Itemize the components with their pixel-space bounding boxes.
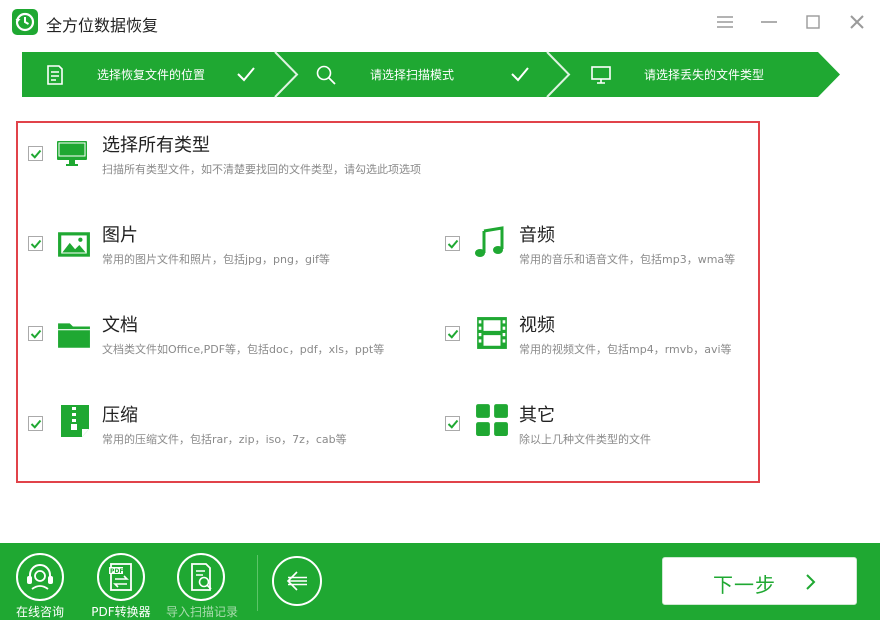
- next-step-label: 下一步: [713, 573, 776, 597]
- step-select-location: 选择恢复文件的位置: [0, 52, 290, 97]
- title-bar: 全方位数据恢复: [0, 0, 880, 44]
- option-all-types[interactable]: 选择所有类型 扫描所有类型文件，如不清楚要找回的文件类型，请勾选此项选项: [28, 135, 488, 198]
- step-select-file-type: 请选择丢失的文件类型: [560, 52, 840, 97]
- checkbox-audio[interactable]: [445, 236, 460, 251]
- image-icon: [58, 232, 90, 257]
- step-label: 请选择扫描模式: [370, 68, 455, 82]
- option-image[interactable]: 图片 常用的图片文件和照片，包括jpg，png，gif等: [28, 225, 428, 288]
- back-arrow-icon: [286, 571, 307, 591]
- checkbox-image[interactable]: [28, 236, 43, 251]
- option-title: 音频: [519, 225, 555, 246]
- option-title: 其它: [519, 405, 555, 426]
- option-description: 常用的视频文件，包括mp4，rmvb，avi等: [519, 343, 732, 356]
- checkmark-icon: [447, 239, 459, 249]
- film-icon: [477, 317, 507, 349]
- checkmark-icon: [237, 67, 255, 82]
- option-audio[interactable]: 音频 常用的音乐和语音文件，包括mp3，wma等: [445, 225, 755, 288]
- option-description: 除以上几种文件类型的文件: [519, 433, 651, 446]
- app-logo-icon: [12, 9, 38, 35]
- option-video[interactable]: 视频 常用的视频文件，包括mp4，rmvb，avi等: [445, 315, 755, 378]
- checkbox-compressed[interactable]: [28, 416, 43, 431]
- back-button[interactable]: [272, 556, 322, 606]
- online-consult-button[interactable]: 在线咨询: [5, 551, 75, 620]
- option-other[interactable]: 其它 除以上几种文件类型的文件: [445, 404, 755, 468]
- monitor-icon: [57, 141, 87, 166]
- grid-icon: [476, 404, 508, 436]
- menu-button[interactable]: [712, 10, 738, 34]
- app-title: 全方位数据恢复: [46, 16, 159, 35]
- pdf-convert-icon: PDF: [109, 563, 132, 591]
- headset-icon: [27, 564, 53, 590]
- option-description: 常用的音乐和语音文件，包括mp3，wma等: [519, 253, 736, 266]
- svg-text:PDF: PDF: [110, 568, 123, 575]
- footer-toolbar: 在线咨询 PDF PDF转换器 导入扫描记录 下一步: [0, 543, 880, 620]
- checkmark-icon: [30, 419, 42, 429]
- option-title: 视频: [519, 315, 555, 336]
- tool-label: 导入扫描记录: [166, 605, 239, 619]
- option-description: 常用的图片文件和照片，包括jpg，png，gif等: [102, 253, 330, 266]
- option-title: 文档: [102, 315, 138, 336]
- close-button[interactable]: [844, 10, 870, 34]
- option-document[interactable]: 文档 文档类文件如Office,PDF等，包括doc，pdf，xls，ppt等: [28, 315, 428, 378]
- pdf-converter-button[interactable]: PDF PDF转换器: [86, 551, 156, 620]
- checkmark-icon: [447, 329, 459, 339]
- checkbox-all-types[interactable]: [28, 146, 43, 161]
- close-icon: [850, 15, 864, 29]
- step-select-scan-mode: 请选择扫描模式: [290, 52, 560, 97]
- tool-label: PDF转换器: [91, 605, 151, 619]
- next-step-button[interactable]: 下一步: [662, 557, 857, 605]
- option-title: 选择所有类型: [102, 135, 210, 156]
- checkmark-icon: [511, 67, 529, 82]
- tool-label: 在线咨询: [15, 605, 64, 619]
- option-description: 扫描所有类型文件，如不清楚要找回的文件类型，请勾选此项选项: [102, 163, 421, 176]
- search-icon: [316, 65, 336, 85]
- minimize-icon: [761, 21, 777, 23]
- tool-circle: PDF: [97, 553, 145, 601]
- tool-circle: [16, 553, 64, 601]
- maximize-button[interactable]: [800, 10, 826, 34]
- checkmark-icon: [447, 419, 459, 429]
- option-compressed[interactable]: 压缩 常用的压缩文件，包括rar，zip，iso，7z，cab等: [28, 405, 428, 468]
- checkmark-icon: [30, 239, 42, 249]
- step-label: 请选择丢失的文件类型: [644, 68, 765, 82]
- maximize-icon: [806, 15, 820, 29]
- import-scan-record-button[interactable]: 导入扫描记录: [166, 551, 239, 620]
- import-record-icon: [191, 563, 212, 591]
- checkmark-icon: [30, 329, 42, 339]
- option-title: 压缩: [102, 405, 138, 426]
- monitor-icon: [591, 66, 611, 84]
- tool-circle: [177, 553, 225, 601]
- minimize-button[interactable]: [756, 10, 782, 34]
- checkbox-video[interactable]: [445, 326, 460, 341]
- step-progress-bar: 选择恢复文件的位置 请选择扫描模式 请选择丢失的文件类型: [0, 44, 880, 104]
- folder-icon: [58, 323, 90, 348]
- zip-file-icon: [61, 405, 89, 437]
- music-note-icon: [475, 226, 504, 257]
- toolbar-divider: [257, 555, 258, 611]
- checkbox-other[interactable]: [445, 416, 460, 431]
- menu-icon: [717, 16, 733, 28]
- step-label: 选择恢复文件的位置: [97, 68, 206, 82]
- document-icon: [47, 65, 63, 85]
- chevron-right-icon: [806, 574, 816, 590]
- checkbox-document[interactable]: [28, 326, 43, 341]
- checkmark-icon: [30, 149, 42, 159]
- option-description: 常用的压缩文件，包括rar，zip，iso，7z，cab等: [102, 433, 347, 446]
- option-title: 图片: [102, 225, 138, 246]
- option-description: 文档类文件如Office,PDF等，包括doc，pdf，xls，ppt等: [102, 343, 385, 356]
